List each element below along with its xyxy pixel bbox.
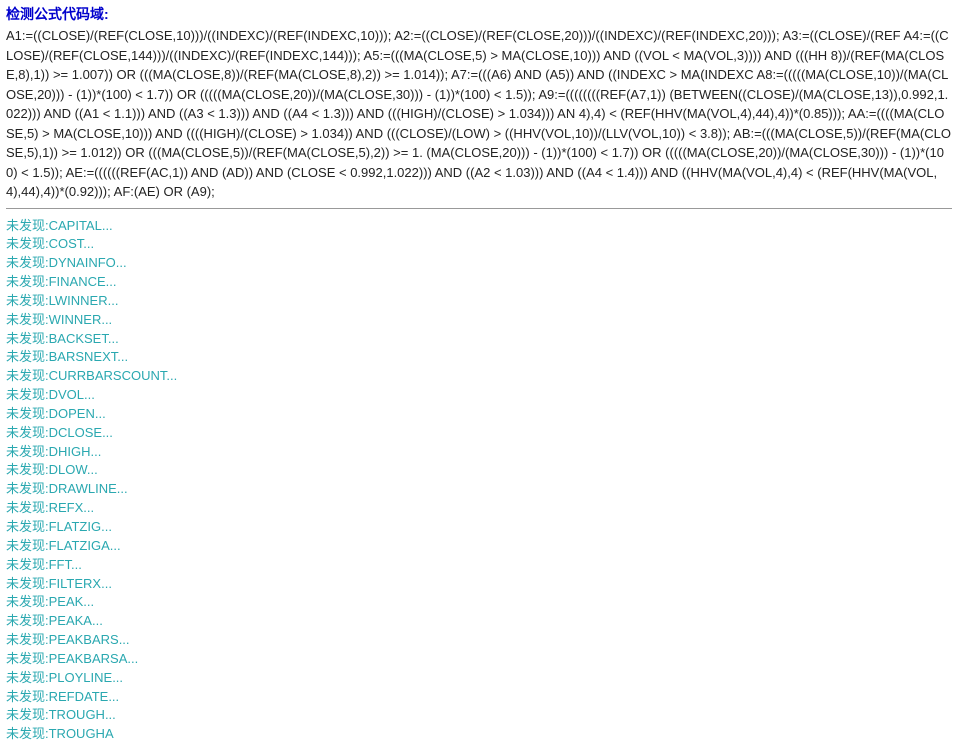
notfound-item: 未发现:DRAWLINE... xyxy=(6,480,952,499)
section-divider xyxy=(6,208,952,209)
notfound-item: 未发现:DVOL... xyxy=(6,386,952,405)
notfound-item: 未发现:PEAKBARSA... xyxy=(6,650,952,669)
notfound-item: 未发现:DLOW... xyxy=(6,461,952,480)
notfound-item: 未发现:CAPITAL... xyxy=(6,217,952,236)
notfound-item: 未发现:PEAKA... xyxy=(6,612,952,631)
notfound-item: 未发现:COST... xyxy=(6,235,952,254)
notfound-item: 未发现:CURRBARSCOUNT... xyxy=(6,367,952,386)
notfound-item: 未发现:FLATZIG... xyxy=(6,518,952,537)
section-title: 检测公式代码域: xyxy=(6,4,952,24)
notfound-item: 未发现:BACKSET... xyxy=(6,330,952,349)
notfound-item: 未发现:REFDATE... xyxy=(6,688,952,707)
notfound-item: 未发现:PEAK... xyxy=(6,593,952,612)
notfound-item: 未发现:PLOYLINE... xyxy=(6,669,952,688)
notfound-item: 未发现:DYNAINFO... xyxy=(6,254,952,273)
notfound-item: 未发现:FILTERX... xyxy=(6,575,952,594)
notfound-item: 未发现:TROUGHA xyxy=(6,725,952,744)
notfound-item: 未发现:WINNER... xyxy=(6,311,952,330)
notfound-item: 未发现:FINANCE... xyxy=(6,273,952,292)
notfound-item: 未发现:TROUGH... xyxy=(6,706,952,725)
notfound-item: 未发现:FLATZIGA... xyxy=(6,537,952,556)
notfound-list: 未发现:CAPITAL...未发现:COST...未发现:DYNAINFO...… xyxy=(6,217,952,745)
notfound-item: 未发现:LWINNER... xyxy=(6,292,952,311)
notfound-item: 未发现:DCLOSE... xyxy=(6,424,952,443)
notfound-item: 未发现:PEAKBARS... xyxy=(6,631,952,650)
notfound-item: 未发现:REFX... xyxy=(6,499,952,518)
notfound-item: 未发现:BARSNEXT... xyxy=(6,348,952,367)
notfound-item: 未发现:FFT... xyxy=(6,556,952,575)
notfound-item: 未发现:DHIGH... xyxy=(6,443,952,462)
notfound-item: 未发现:DOPEN... xyxy=(6,405,952,424)
formula-code-block: A1:=((CLOSE)/(REF(CLOSE,10)))/((INDEXC)/… xyxy=(6,26,952,202)
